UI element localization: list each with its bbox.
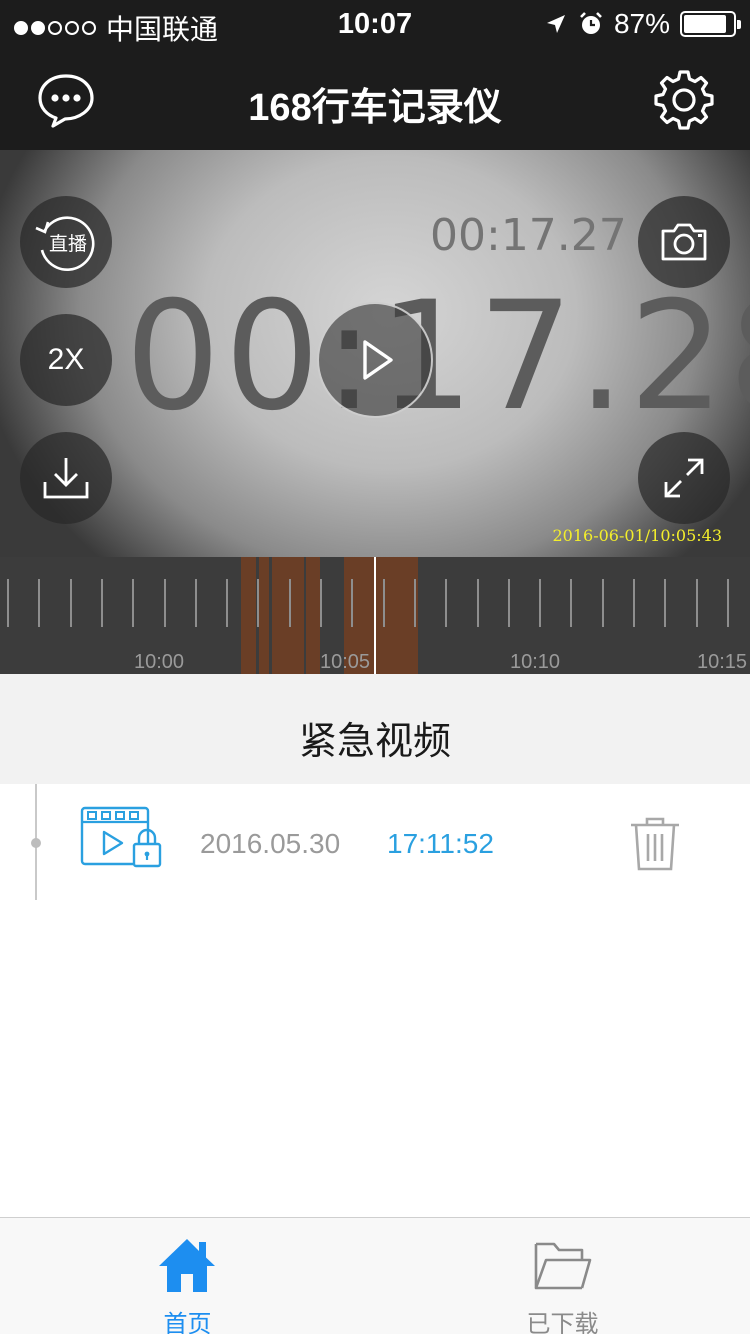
download-button[interactable] [20,432,112,524]
timeline-tick [101,579,103,627]
timeline-tick [445,579,447,627]
timeline-tick [7,579,9,627]
timeline-scrubber[interactable]: 10:00 10:05 10:10 10:15 [0,557,750,674]
play-icon [363,340,393,380]
timeline-tick [351,579,353,627]
home-icon [159,1239,215,1292]
page-title: 168行车记录仪 [248,87,502,129]
snapshot-button[interactable] [638,196,730,288]
timeline-tick [38,579,40,627]
timeline-cursor[interactable] [374,557,376,674]
video-frame-small-digits: 00:17.27 [430,210,627,261]
live-button[interactable]: 直播 [20,196,112,288]
tab-home[interactable]: 首页 [0,1218,375,1334]
emergency-video-list: 2016.05.30 17:11:52 [0,784,750,1217]
replay-live-icon: 直播 [35,216,95,271]
timeline-tick [226,579,228,627]
tab-downloaded-label: 已下载 [526,1311,599,1334]
timeline-tick [696,579,698,627]
recording-segment [241,557,256,674]
timeline-tick [633,579,635,627]
alarm-icon [580,12,602,34]
timeline-tick [320,579,322,627]
timeline-tick [414,579,416,627]
video-date: 2016.05.30 [200,828,341,859]
camera-icon [661,223,707,261]
timeline-label: 10:00 [134,651,185,673]
locked-video-icon [80,806,162,868]
timeline-tick [70,579,72,627]
location-arrow-icon [546,15,565,33]
section-header: 紧急视频 [0,674,750,784]
nav-bar: 168行车记录仪 [0,50,750,150]
timeline-tick [257,579,259,627]
tab-home-label: 首页 [163,1311,212,1334]
timeline-tick [195,579,197,627]
timeline-tick [132,579,134,627]
recording-segment [272,557,304,674]
timeline-tick [539,579,541,627]
tab-downloaded[interactable]: 已下载 [375,1218,750,1334]
list-item[interactable]: 2016.05.30 17:11:52 [0,784,750,900]
trash-icon[interactable] [628,816,682,872]
battery-icon [680,11,741,37]
timeline-tick [383,579,385,627]
timeline-tick [164,579,166,627]
timeline-tick [289,579,291,627]
speed-button[interactable]: 2X [20,314,112,406]
fullscreen-icon [664,458,704,498]
folder-icon [534,1242,592,1290]
timeline-label: 10:05 [320,651,371,673]
timeline-tick [477,579,479,627]
gear-icon [654,70,714,130]
status-right-group: 87% [544,8,741,40]
speed-label: 2X [47,343,85,376]
tab-bar: 首页 已下载 [0,1217,750,1334]
video-timestamp: 2016-06-01/10:05:43 [552,526,723,545]
timeline-tick [570,579,572,627]
download-icon [43,458,89,499]
timeline-tick [508,579,510,627]
timeline-label: 10:15 [697,651,748,673]
timeline-label: 10:10 [510,651,561,673]
battery-percent: 87% [613,8,670,39]
fullscreen-button[interactable] [638,432,730,524]
timeline-tick [602,579,604,627]
live-label: 直播 [49,233,87,255]
video-time: 17:11:52 [387,828,494,859]
section-title: 紧急视频 [298,721,451,763]
timeline-tick [664,579,666,627]
recording-segment [259,557,269,674]
status-bar: 中国联通 10:07 87% [0,0,750,50]
play-button[interactable] [317,302,433,418]
timeline-tick [727,579,729,627]
video-player[interactable]: 00:17.27 00:17.28 直播 2X 2016-06-01/1 [0,150,750,557]
recording-segment [306,557,320,674]
settings-button[interactable] [654,70,714,130]
video-frame-digits: 00:17.28 [125,270,750,444]
